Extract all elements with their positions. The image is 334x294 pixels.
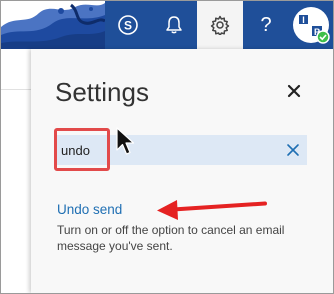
close-panel-button[interactable]	[286, 83, 302, 99]
theme-banner	[1, 1, 105, 49]
undo-send-description: Turn on or off the option to cancel an e…	[57, 223, 285, 253]
gear-icon	[210, 15, 230, 35]
skype-button[interactable]: S	[105, 1, 151, 49]
ink-splash-decoration	[1, 1, 105, 49]
divider	[1, 89, 31, 90]
mouse-pointer-icon	[116, 127, 136, 162]
close-icon	[287, 84, 301, 98]
settings-search	[57, 135, 307, 165]
help-button[interactable]: ?	[243, 1, 289, 49]
help-icon: ?	[260, 13, 272, 36]
close-icon	[287, 144, 299, 156]
settings-panel: Settings Undo send Turn on or off the op…	[31, 49, 333, 293]
undo-send-link[interactable]: Undo send	[57, 202, 122, 217]
search-input[interactable]	[61, 140, 261, 160]
svg-text:S: S	[124, 19, 132, 33]
clear-search-button[interactable]	[286, 143, 300, 157]
account-button[interactable]: I P	[289, 1, 333, 49]
bell-icon	[166, 16, 182, 34]
screenshot-frame: S ? I P Settings undo Undo send Turn on …	[0, 0, 334, 294]
avatar-letter-i: I	[302, 15, 305, 25]
top-navigation-bar: S ? I P	[1, 1, 333, 49]
skype-icon: S	[118, 15, 138, 35]
notifications-button[interactable]	[151, 1, 197, 49]
background-content	[1, 49, 31, 293]
avatar: I P	[293, 7, 330, 44]
presence-badge	[316, 30, 330, 44]
settings-button[interactable]	[197, 1, 243, 49]
panel-title: Settings	[55, 77, 149, 107]
